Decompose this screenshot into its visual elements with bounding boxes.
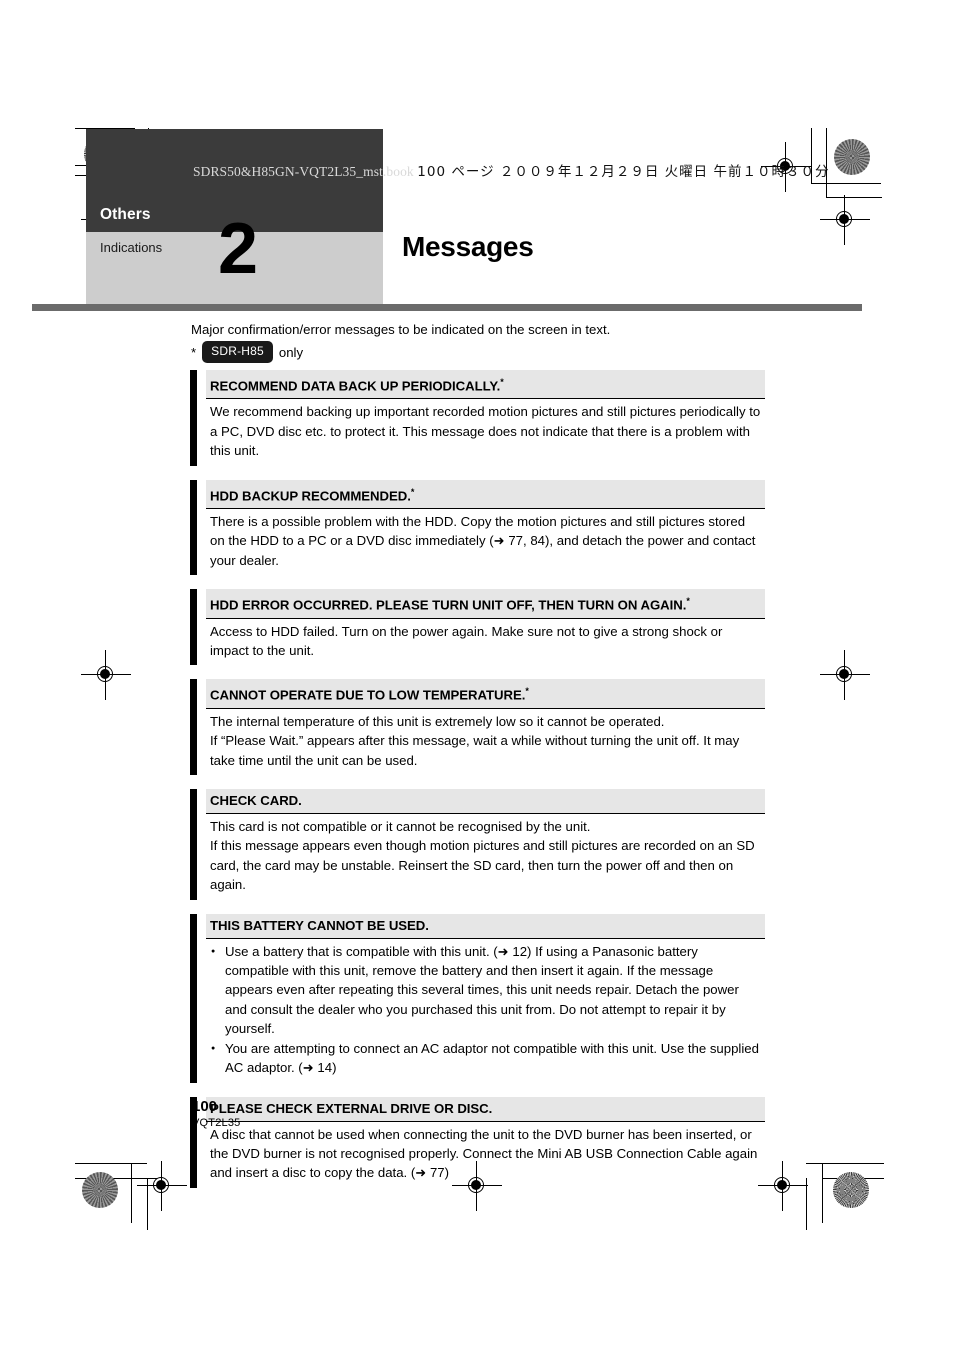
crop-mark [131, 1163, 132, 1223]
list-item: You are attempting to connect an AC adap… [210, 1039, 761, 1078]
registration-mark [820, 195, 870, 245]
message-block: THIS BATTERY CANNOT BE USED. Use a batte… [190, 913, 765, 1083]
crop-mark [822, 1163, 823, 1223]
message-paragraph: If this message appears even though moti… [210, 838, 755, 893]
message-block: HDD BACKUP RECOMMENDED.* There is a poss… [190, 479, 765, 576]
intro-text: Major confirmation/error messages to be … [191, 322, 611, 337]
message-paragraph: This card is not compatible or it cannot… [210, 819, 591, 835]
asterisk-marker: * [191, 344, 197, 360]
footnote-asterisk: * [410, 486, 415, 497]
crop-mark [806, 1163, 884, 1164]
message-body: A disc that cannot be used when connecti… [206, 1122, 765, 1188]
registration-mark [81, 650, 131, 700]
model-note-only: only [278, 344, 304, 360]
print-header-filename: SDRS50&H85GN-VQT2L35_mst.book [193, 164, 414, 179]
footer-doc-code: VQT2L35 [192, 1117, 241, 1129]
page-title: Messages [402, 231, 534, 262]
footnote-asterisk: * [500, 377, 504, 387]
message-title-text: THIS BATTERY CANNOT BE USED. [210, 917, 429, 933]
message-title: CANNOT OPERATE DUE TO LOW TEMPERATURE.* [206, 679, 765, 709]
message-title: CHECK CARD. [206, 789, 765, 815]
message-body: This card is not compatible or it cannot… [206, 814, 765, 900]
crop-mark [811, 183, 881, 184]
header-divider-rule [32, 304, 862, 311]
registration-mark [758, 1161, 808, 1211]
message-title-text: CANNOT OPERATE DUE TO LOW TEMPERATURE. [210, 687, 526, 703]
message-title-text: RECOMMEND DATA BACK UP PERIODICALLY. [210, 378, 501, 394]
model-note-line: * SDR-H85 only [191, 341, 765, 363]
footnote-asterisk: * [686, 596, 690, 607]
message-body: There is a possible problem with the HDD… [206, 509, 765, 575]
footnote-asterisk: * [525, 686, 529, 697]
message-body: We recommend backing up important record… [206, 399, 765, 465]
crop-mark [826, 197, 882, 198]
message-title-text: PLEASE CHECK EXTERNAL DRIVE OR DISC. [210, 1100, 493, 1116]
model-badge: SDR-H85 [202, 341, 273, 363]
footer-page-number: 100 [192, 1098, 218, 1115]
message-body: The internal temperature of this unit is… [206, 709, 765, 775]
message-body: Access to HDD failed. Turn on the power … [206, 619, 765, 666]
message-title: HDD ERROR OCCURRED. PLEASE TURN UNIT OFF… [206, 589, 765, 619]
message-block: HDD ERROR OCCURRED. PLEASE TURN UNIT OFF… [190, 589, 765, 666]
message-block: RECOMMEND DATA BACK UP PERIODICALLY.* We… [190, 370, 765, 466]
chapter-tab-section: Others [100, 206, 151, 223]
registration-mark [137, 1161, 187, 1211]
message-paragraph: A disc that cannot be used when connecti… [210, 1126, 758, 1181]
density-patch [833, 1172, 869, 1208]
list-item: Use a battery that is compatible with th… [210, 942, 761, 1039]
message-body: Use a battery that is compatible with th… [206, 939, 765, 1083]
message-title-text: HDD ERROR OCCURRED. PLEASE TURN UNIT OFF… [210, 597, 687, 613]
message-title: HDD BACKUP RECOMMENDED.* [206, 479, 765, 509]
message-title: PLEASE CHECK EXTERNAL DRIVE OR DISC. [206, 1096, 765, 1122]
message-paragraph: We recommend backing up important record… [210, 404, 761, 459]
crop-mark [75, 1163, 147, 1164]
print-header-text: SDRS50&H85GN-VQT2L35_mst.book 100 ページ ２０… [193, 160, 829, 180]
message-title: THIS BATTERY CANNOT BE USED. [206, 913, 765, 939]
message-paragraph: If “Please Wait.” appears after this mes… [210, 733, 740, 768]
chapter-tab-number: 2 [218, 209, 258, 289]
message-block: PLEASE CHECK EXTERNAL DRIVE OR DISC. A d… [190, 1096, 765, 1188]
chapter-tab-subsection: Indications [100, 240, 163, 255]
message-block: CANNOT OPERATE DUE TO LOW TEMPERATURE.* … [190, 679, 765, 775]
registration-mark [820, 650, 870, 700]
message-paragraph: Access to HDD failed. Turn on the power … [210, 623, 723, 659]
message-bullet-list: Use a battery that is compatible with th… [210, 942, 761, 1078]
page-content: Major confirmation/error messages to be … [190, 320, 765, 1202]
message-title-text: CHECK CARD. [210, 793, 302, 809]
density-patch [82, 1172, 118, 1208]
message-paragraph: There is a possible problem with the HDD… [210, 514, 756, 568]
message-title-text: HDD BACKUP RECOMMENDED. [210, 488, 411, 503]
density-patch [834, 139, 870, 175]
message-title: RECOMMEND DATA BACK UP PERIODICALLY.* [206, 370, 765, 400]
message-block: CHECK CARD. This card is not compatible … [190, 789, 765, 900]
message-paragraph: The internal temperature of this unit is… [210, 713, 665, 729]
print-header-japanese-info: 100 ページ ２００９年１２月２９日 火曜日 午前１０時３０分 [417, 164, 830, 180]
